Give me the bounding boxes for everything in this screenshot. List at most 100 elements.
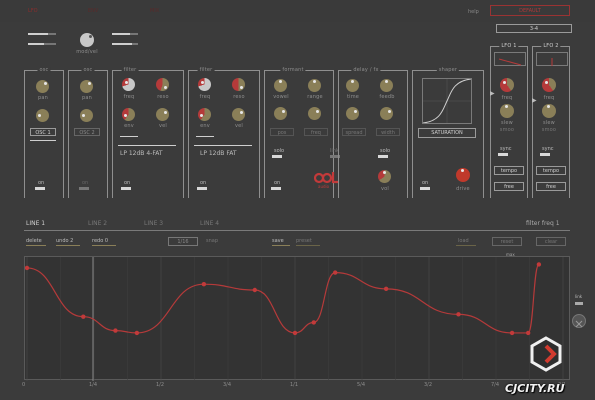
seq-target[interactable]: filter freq 1 bbox=[526, 220, 560, 227]
lfo2-slew-knob[interactable] bbox=[542, 104, 556, 118]
seq-point[interactable] bbox=[333, 270, 338, 275]
lfo2-wave-display[interactable] bbox=[536, 52, 568, 66]
seq-undo-button[interactable]: undo 2 bbox=[56, 238, 73, 244]
seq-clear-button[interactable]: clear bbox=[536, 237, 566, 246]
seq-point[interactable] bbox=[456, 312, 461, 317]
seq-curve[interactable] bbox=[26, 263, 540, 334]
filter2-led[interactable] bbox=[197, 187, 207, 190]
seq-grid-select[interactable]: 1/16 bbox=[168, 237, 198, 246]
filter2-reso-knob[interactable] bbox=[232, 78, 245, 91]
filter1-led[interactable] bbox=[121, 187, 131, 190]
formant-q-knob[interactable] bbox=[308, 107, 321, 120]
seq-snap-toggle[interactable]: snap bbox=[206, 238, 218, 244]
preset-selector[interactable]: DEFAULT bbox=[490, 5, 570, 16]
filter2-type[interactable]: LP 12dB FAT bbox=[200, 150, 237, 157]
glide-slider[interactable] bbox=[112, 33, 130, 35]
filter1-freq-knob[interactable] bbox=[122, 78, 135, 91]
filter2-freq-knob[interactable] bbox=[198, 78, 211, 91]
filter1-reso-knob[interactable] bbox=[156, 78, 169, 91]
osc2-vol-knob[interactable] bbox=[80, 109, 93, 122]
filter1-env-knob[interactable] bbox=[122, 108, 135, 121]
seq-point[interactable] bbox=[383, 286, 389, 292]
delay-mix-knob[interactable] bbox=[346, 107, 359, 120]
seq-point[interactable] bbox=[292, 330, 298, 336]
seq-graph-svg[interactable] bbox=[25, 257, 571, 381]
lfo2-sync-led[interactable] bbox=[540, 153, 550, 156]
delay-vol-knob[interactable] bbox=[378, 170, 391, 183]
formant-range-knob[interactable] bbox=[308, 79, 321, 92]
tab-env[interactable]: ENV bbox=[88, 8, 98, 14]
lfo1-wave-display[interactable] bbox=[494, 52, 526, 66]
seq-redo-button[interactable]: redo 0 bbox=[92, 238, 108, 244]
filter1-type[interactable]: LP 12dB 4-FAT bbox=[120, 150, 163, 157]
delay-sync-knob[interactable] bbox=[380, 107, 393, 120]
lfo2-free-button[interactable]: free bbox=[536, 182, 566, 191]
tab-lfo[interactable]: LFO bbox=[28, 8, 38, 14]
formant-freq-box[interactable]: freq bbox=[304, 128, 328, 136]
lfo1-free-button[interactable]: free bbox=[494, 182, 524, 191]
formant-solo-led[interactable] bbox=[272, 155, 282, 158]
shaper-drive-knob[interactable] bbox=[456, 168, 470, 182]
delay-time-knob[interactable] bbox=[346, 79, 359, 92]
seq-load-button[interactable]: load bbox=[458, 238, 469, 244]
seq-graph[interactable] bbox=[24, 256, 571, 381]
help-label[interactable]: help bbox=[468, 9, 479, 15]
seq-point[interactable] bbox=[113, 328, 118, 333]
spread-slider[interactable] bbox=[112, 43, 132, 45]
mod-knob[interactable] bbox=[80, 33, 94, 47]
osc2-mode[interactable]: OSC 2 bbox=[74, 128, 100, 136]
filter2-env-knob[interactable] bbox=[198, 108, 211, 121]
filter2-slider[interactable] bbox=[196, 136, 214, 137]
osc1-pan-knob[interactable] bbox=[36, 80, 49, 93]
formant-vowel-knob[interactable] bbox=[274, 79, 287, 92]
seq-point[interactable] bbox=[201, 282, 207, 287]
filter2-vel-label: vel bbox=[234, 123, 244, 129]
seq-point[interactable] bbox=[134, 330, 140, 336]
formant-led[interactable] bbox=[271, 187, 281, 190]
lfo1-slew-knob[interactable] bbox=[500, 104, 514, 118]
seq-delete-button[interactable]: delete bbox=[26, 238, 42, 244]
seq-preset-button[interactable]: preset bbox=[296, 238, 312, 244]
lfo2-freq-knob[interactable] bbox=[542, 78, 556, 92]
lfo1-freq-knob[interactable] bbox=[500, 78, 514, 92]
tab-mix[interactable]: MIX bbox=[150, 8, 159, 14]
delay-feedb-knob[interactable] bbox=[380, 79, 393, 92]
seq-point[interactable] bbox=[25, 265, 30, 271]
seq-point[interactable] bbox=[311, 320, 316, 325]
seq-link-led[interactable] bbox=[575, 302, 583, 305]
formant-mix-knob[interactable] bbox=[274, 107, 287, 120]
seq-tab-line4[interactable]: LINE 4 bbox=[200, 220, 219, 227]
lfo1-sync-led[interactable] bbox=[498, 153, 508, 156]
volume-slider[interactable] bbox=[28, 33, 48, 35]
seq-point[interactable] bbox=[81, 314, 86, 319]
lfo-range-display[interactable]: 3-4 bbox=[496, 24, 572, 33]
delay-width-box[interactable]: width bbox=[376, 128, 400, 136]
shaper-mode[interactable]: SATURATION bbox=[418, 128, 476, 138]
delay-spread-box[interactable]: spread bbox=[342, 128, 366, 136]
lfo1-tempo-button[interactable]: tempo bbox=[494, 166, 524, 175]
seq-settings-icon[interactable] bbox=[572, 314, 586, 328]
seq-tab-line1[interactable]: LINE 1 bbox=[26, 220, 45, 227]
lfo2-arrow-icon[interactable]: ▶ bbox=[532, 97, 537, 104]
lfo1-arrow-icon[interactable]: ▶ bbox=[490, 90, 495, 97]
lfo2-tempo-button[interactable]: tempo bbox=[536, 166, 566, 175]
seq-tab-line2[interactable]: LINE 2 bbox=[88, 220, 107, 227]
seq-point[interactable] bbox=[536, 262, 542, 267]
filter1-vel-knob[interactable] bbox=[156, 108, 169, 121]
formant-pos-box[interactable]: pos bbox=[270, 128, 294, 136]
filter1-slider[interactable] bbox=[120, 136, 138, 137]
osc1-led[interactable] bbox=[35, 187, 45, 190]
osc2-pan-knob[interactable] bbox=[80, 80, 93, 93]
seq-reset-button[interactable]: reset bbox=[492, 237, 522, 246]
osc1-mode[interactable]: OSC 1 bbox=[30, 128, 56, 136]
seq-save-button[interactable]: save bbox=[272, 238, 284, 244]
seq-tab-line3[interactable]: LINE 3 bbox=[144, 220, 163, 227]
seq-point[interactable] bbox=[509, 330, 515, 336]
filter2-vel-knob[interactable] bbox=[232, 108, 245, 121]
osc2-led[interactable] bbox=[79, 187, 89, 190]
shaper-led[interactable] bbox=[420, 187, 430, 190]
osc1-vol-knob[interactable] bbox=[36, 109, 49, 122]
tune-slider[interactable] bbox=[28, 43, 44, 45]
shaper-curve-display[interactable] bbox=[422, 78, 472, 124]
seq-point[interactable] bbox=[252, 287, 257, 293]
